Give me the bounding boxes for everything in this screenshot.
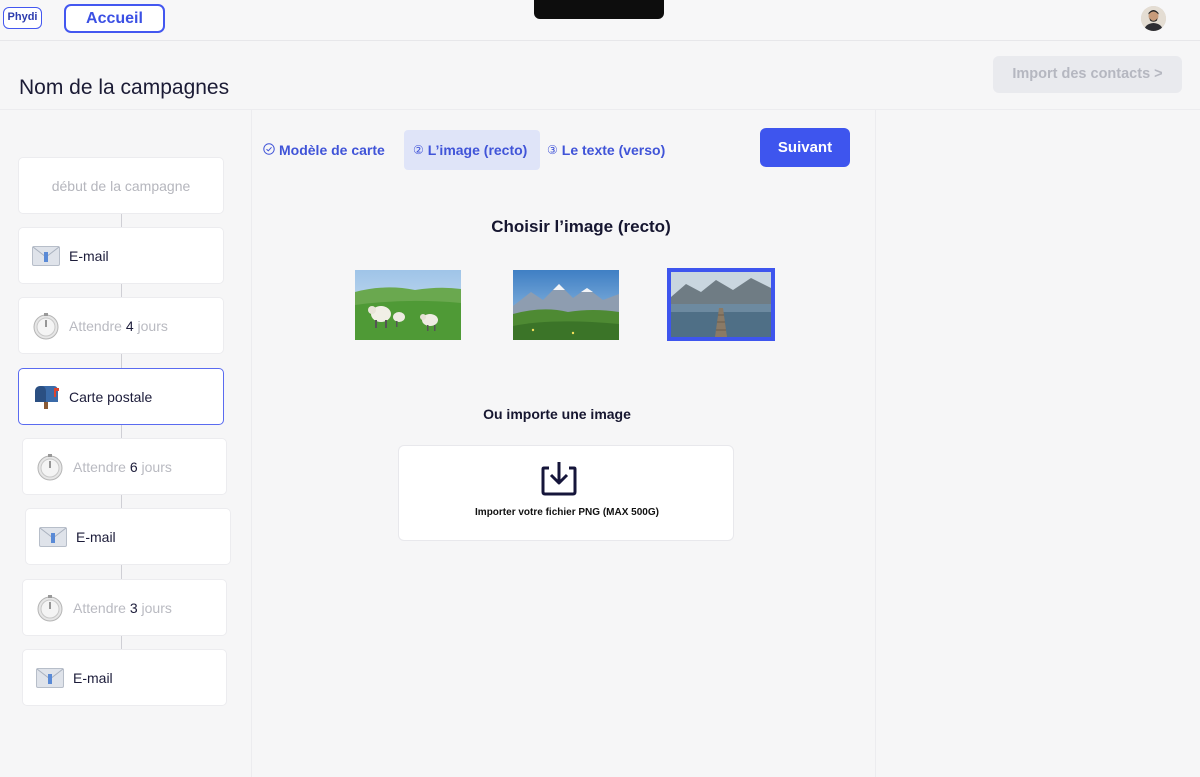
- timeline-item-postcard[interactable]: Carte postale: [18, 368, 224, 425]
- check-circle-icon: [263, 142, 275, 158]
- timer-icon: [32, 312, 60, 340]
- app-logo[interactable]: Phydi: [3, 7, 42, 29]
- tab-label: Le texte (verso): [561, 142, 666, 158]
- envelope-icon: [32, 242, 60, 270]
- timeline-start: début de la campagne: [18, 157, 224, 214]
- camera-notch: [534, 0, 664, 19]
- page-title: Nom de la campagnes: [19, 76, 230, 99]
- import-contacts-button[interactable]: Import des contacts >: [993, 56, 1182, 93]
- timeline-connector: [121, 214, 122, 228]
- wait-prefix: Attendre: [69, 317, 122, 334]
- right-panel-divider: [875, 109, 876, 777]
- image-option-sheep-meadow[interactable]: [355, 270, 461, 340]
- timeline-connector: [121, 354, 122, 368]
- tab-text-verso[interactable]: ③ Le texte (verso): [547, 130, 665, 170]
- timer-icon: [36, 453, 64, 481]
- timeline-item-label: E-mail: [76, 528, 116, 545]
- image-option-lake-pier[interactable]: [667, 268, 775, 341]
- timeline-item-wait[interactable]: Attendre 3 jours: [22, 579, 227, 636]
- image-option-mountain-valley[interactable]: [513, 270, 619, 340]
- wait-count: 3: [129, 599, 138, 616]
- download-tray-icon: [540, 460, 578, 501]
- wait-suffix: jours: [141, 458, 172, 475]
- next-button[interactable]: Suivant: [760, 128, 850, 167]
- header-divider: [0, 109, 1200, 110]
- wait-prefix: Attendre: [73, 599, 126, 616]
- tab-image-recto[interactable]: ② L’image (recto): [404, 130, 540, 170]
- tab-label: L’image (recto): [427, 142, 528, 158]
- tab-card-model[interactable]: Modèle de carte: [263, 130, 385, 170]
- timeline-connector: [121, 565, 122, 579]
- timeline-connector: [121, 495, 122, 509]
- upload-dropzone[interactable]: Importer votre fichier PNG (MAX 500G): [398, 445, 734, 541]
- wait-count: 6: [129, 458, 138, 475]
- timeline-item-wait[interactable]: Attendre 4 jours: [18, 297, 224, 354]
- timeline-connector: [121, 635, 122, 649]
- sidebar-divider: [251, 109, 252, 777]
- wait-suffix: jours: [141, 599, 172, 616]
- envelope-icon: [36, 664, 64, 692]
- mailbox-icon: [32, 383, 60, 411]
- import-image-title: Ou importe une image: [483, 406, 631, 422]
- timeline-start-label: début de la campagne: [51, 177, 191, 194]
- tab-label: Modèle de carte: [279, 142, 385, 158]
- step-number-icon: ②: [413, 143, 424, 157]
- wait-count: 4: [125, 317, 134, 334]
- timer-icon: [36, 594, 64, 622]
- timeline-item-email[interactable]: E-mail: [22, 649, 227, 706]
- timeline-item-label: E-mail: [69, 247, 109, 264]
- avatar-icon: [1141, 6, 1166, 31]
- user-avatar[interactable]: [1141, 6, 1166, 31]
- wait-suffix: jours: [137, 317, 168, 334]
- step-number-icon: ③: [547, 143, 558, 157]
- wait-prefix: Attendre: [73, 458, 126, 475]
- timeline-connector: [121, 284, 122, 298]
- envelope-icon: [39, 523, 67, 551]
- timeline-item-email[interactable]: E-mail: [18, 227, 224, 284]
- image-picker-title: Choisir l’image (recto): [491, 217, 671, 236]
- timeline-item-label: E-mail: [73, 669, 113, 686]
- timeline-item-label: Carte postale: [69, 388, 153, 405]
- timeline-connector: [121, 425, 122, 439]
- top-bar: Phydi Accueil: [0, 0, 1200, 41]
- timeline-item-email[interactable]: E-mail: [25, 508, 231, 565]
- timeline-item-wait[interactable]: Attendre 6 jours: [22, 438, 227, 495]
- home-button[interactable]: Accueil: [64, 4, 165, 33]
- upload-label: Importer votre fichier PNG (MAX 500G): [475, 507, 659, 518]
